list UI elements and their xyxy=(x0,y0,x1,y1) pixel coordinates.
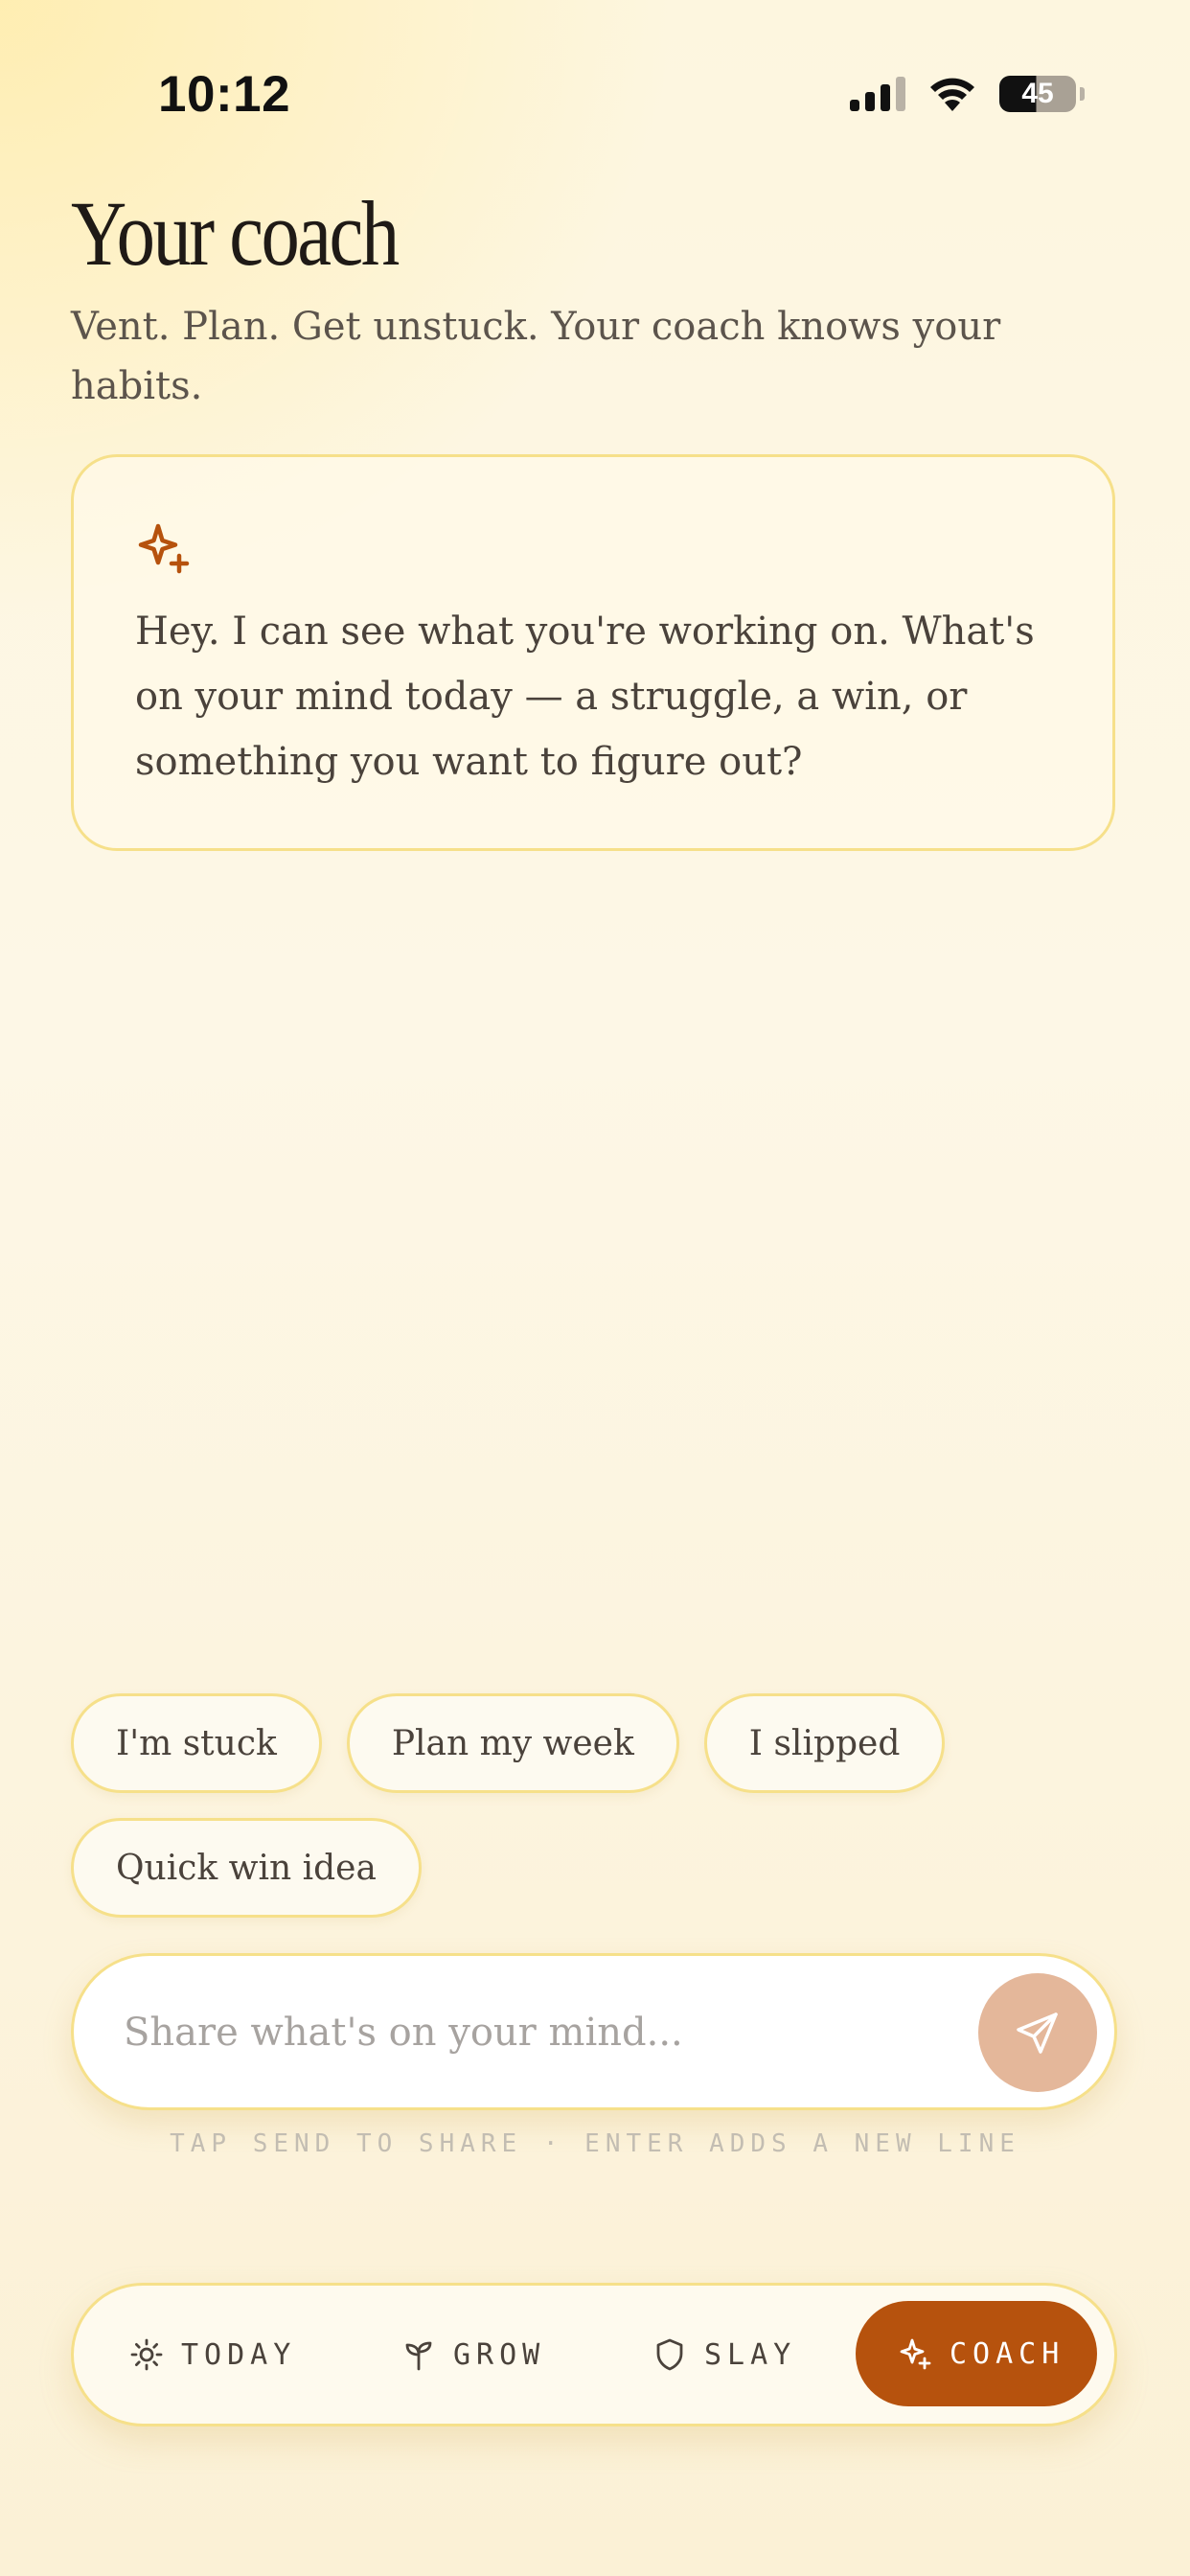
page-subtitle: Vent. Plan. Get unstuck. Your coach know… xyxy=(71,305,1001,408)
shield-icon xyxy=(656,2338,683,2371)
quick-reply-quick-win-idea[interactable]: Quick win idea xyxy=(71,1818,422,1918)
send-button[interactable] xyxy=(978,1973,1097,2092)
quick-reply-plan-my-week[interactable]: Plan my week xyxy=(346,1693,679,1793)
send-icon xyxy=(1017,2012,1058,2054)
tab-today[interactable]: TODAY xyxy=(129,2286,296,2424)
status-time: 10:12 xyxy=(158,66,291,123)
quick-replies: I'm stuck Plan my week I slipped Quick w… xyxy=(71,1693,1125,1918)
message-composer xyxy=(71,1953,1117,2110)
sun-icon xyxy=(130,2338,163,2371)
message-input[interactable] xyxy=(122,1956,988,2109)
tab-slay-label: SLAY xyxy=(704,2337,797,2372)
quick-reply-i-slipped[interactable]: I slipped xyxy=(703,1693,946,1793)
sparkle-icon xyxy=(138,523,190,574)
page-title: Your coach xyxy=(71,182,400,285)
battery-icon: 45 xyxy=(999,76,1085,112)
sprout-icon xyxy=(405,2341,432,2371)
tab-coach-label: COACH xyxy=(950,2336,1065,2371)
status-icons: 45 xyxy=(850,75,1085,113)
quick-reply-im-stuck[interactable]: I'm stuck xyxy=(71,1693,322,1793)
tab-coach[interactable]: COACH xyxy=(856,2301,1097,2406)
coach-message-card: Hey. I can see what you're working on. W… xyxy=(71,454,1115,851)
wifi-icon xyxy=(930,78,974,111)
bottom-tab-bar: TODAY GROW SLAY COACH xyxy=(71,2283,1117,2426)
sparkle-icon xyxy=(900,2338,931,2370)
composer-hint: TAP SEND TO SHARE · ENTER ADDS A NEW LIN… xyxy=(170,2129,1020,2158)
battery-level: 45 xyxy=(1021,78,1054,109)
coach-message-text: Hey. I can see what you're working on. W… xyxy=(135,610,1035,784)
tab-today-label: TODAY xyxy=(181,2337,297,2372)
tab-slay[interactable]: SLAY xyxy=(652,2286,796,2424)
tab-grow-label: GROW xyxy=(453,2337,546,2372)
tab-grow[interactable]: GROW xyxy=(401,2286,545,2424)
signal-icon xyxy=(850,77,905,111)
